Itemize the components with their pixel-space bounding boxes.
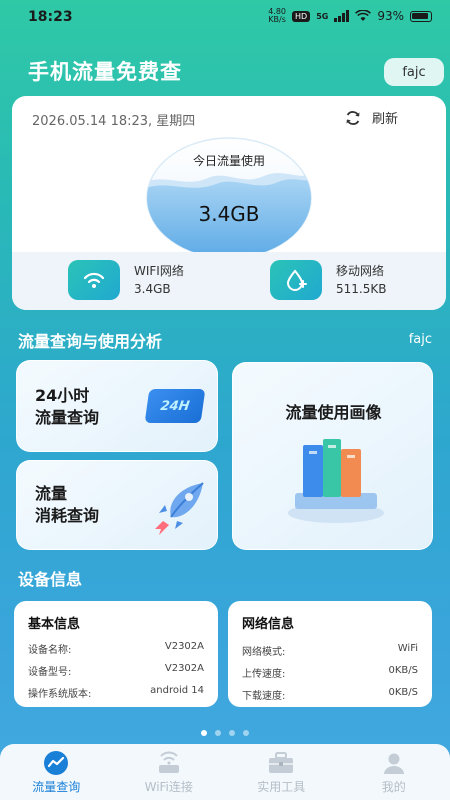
- info-row: 上传速度: 0KB/S: [242, 665, 418, 680]
- wifi-status-icon: [355, 10, 372, 21]
- hd-badge: HD: [292, 10, 311, 22]
- hourly-query-line2: 流量查询: [35, 408, 100, 427]
- wifi-network-label: WIFI网络: [134, 264, 184, 278]
- page-dot[interactable]: [243, 730, 249, 736]
- nav-label-traffic: 流量查询: [32, 779, 81, 794]
- clock-24h-icon: 24H: [144, 389, 206, 423]
- bottom-nav: 流量查询 WiFi连接 实用工具 我的: [0, 744, 450, 800]
- user-badge[interactable]: fajc: [384, 58, 444, 86]
- signal-icon: [334, 10, 350, 22]
- info-row: 设备名称: V2302A: [28, 641, 204, 656]
- page-indicator: [0, 730, 450, 736]
- page-dot-active[interactable]: [201, 730, 207, 736]
- wifi-router-icon: [155, 750, 183, 776]
- mobile-network-item: 移动网络 511.5KB: [270, 260, 386, 300]
- status-time: 18:23: [28, 9, 73, 25]
- wifi-network-value: 3.4GB: [134, 282, 171, 296]
- battery-percent: 93%: [377, 9, 404, 23]
- battery-icon: [410, 10, 432, 22]
- nav-tab-traffic[interactable]: 流量查询: [0, 744, 113, 800]
- app-title: 手机流量免费查: [28, 60, 182, 84]
- status-bar: 18:23 4.80 KB/s HD 5G 93%: [0, 0, 450, 34]
- consumption-query-card[interactable]: 流量 消耗查询: [16, 460, 218, 550]
- info-row: 设备型号: V2302A: [28, 663, 204, 678]
- network-speed: 4.80 KB/s: [268, 7, 286, 24]
- status-icons: 4.80 KB/s HD 5G 93%: [268, 8, 432, 24]
- device-section-title: 设备信息: [18, 570, 83, 589]
- basic-info-card: 基本信息 设备名称: V2302A 设备型号: V2302A 操作系统版本: a…: [14, 601, 218, 707]
- gauge-label: 今日流量使用: [192, 154, 265, 168]
- page-dot[interactable]: [215, 730, 221, 736]
- gauge-value: 3.4GB: [198, 202, 260, 226]
- toolbox-icon: [267, 750, 295, 776]
- network-type: 5G: [316, 11, 329, 21]
- usage-card: 2026.05.14 18:23, 星期四 刷新 今日流量使用 3.4GB WI…: [12, 96, 446, 310]
- mobile-network-value: 511.5KB: [336, 282, 387, 296]
- info-row: 操作系统版本: android 14: [28, 685, 204, 700]
- user-icon: [380, 750, 408, 776]
- nav-label-me: 我的: [381, 779, 406, 794]
- books-chart-icon: [288, 439, 384, 523]
- analysis-section-title: 流量查询与使用分析: [18, 332, 163, 351]
- rocket-icon: [155, 482, 204, 535]
- clock-24h-badge: 24H: [159, 398, 191, 414]
- consumption-query-line1: 流量: [35, 484, 68, 503]
- nav-tab-me[interactable]: 我的: [338, 744, 450, 800]
- datetime: 2026.05.14 18:23, 星期四: [32, 114, 196, 129]
- network-info-card: 网络信息 网络模式: WiFi 上传速度: 0KB/S 下载速度: 0KB/S: [228, 601, 432, 707]
- network-info-title: 网络信息: [242, 617, 295, 632]
- refresh-button[interactable]: 刷新: [344, 108, 398, 127]
- refresh-label: 刷新: [371, 112, 398, 127]
- refresh-icon: [346, 110, 360, 125]
- hourly-query-line1: 24小时: [35, 386, 90, 405]
- page-dot[interactable]: [229, 730, 235, 736]
- info-row: 下载速度: 0KB/S: [242, 687, 418, 702]
- nav-tab-tools[interactable]: 实用工具: [225, 744, 338, 800]
- wifi-network-icon: [68, 260, 120, 300]
- info-row: 网络模式: WiFi: [242, 643, 418, 658]
- basic-info-title: 基本信息: [28, 617, 81, 632]
- usage-profile-card[interactable]: 流量使用画像: [232, 362, 433, 550]
- consumption-query-line2: 消耗查询: [35, 506, 100, 525]
- mobile-data-icon: [270, 260, 322, 300]
- usage-profile-title: 流量使用画像: [285, 403, 382, 422]
- nav-label-tools: 实用工具: [257, 779, 306, 794]
- hourly-query-card[interactable]: 24小时 流量查询 24H: [16, 360, 218, 452]
- mobile-network-label: 移动网络: [336, 264, 385, 278]
- nav-tab-wifi[interactable]: WiFi连接: [113, 744, 226, 800]
- traffic-chart-icon: [42, 750, 70, 776]
- analysis-user: fajc: [408, 332, 432, 347]
- wifi-network-item: WIFI网络 3.4GB: [68, 260, 184, 300]
- nav-label-wifi: WiFi连接: [144, 779, 193, 794]
